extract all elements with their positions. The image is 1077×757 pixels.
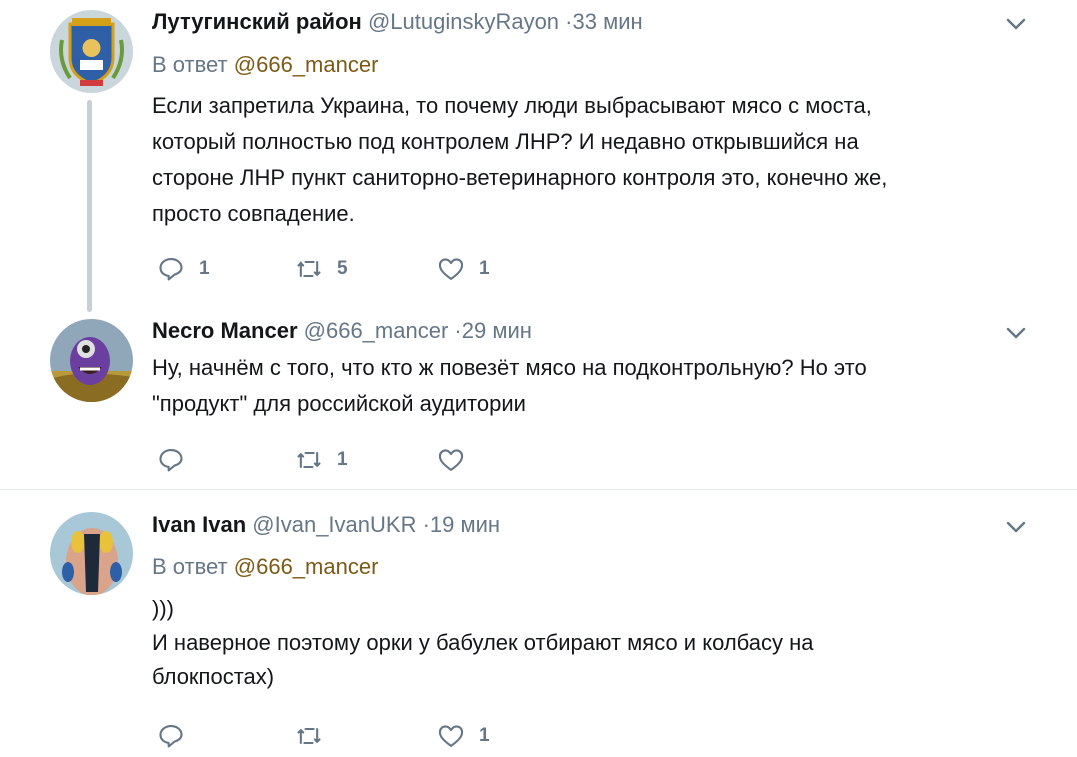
- reply-icon: [159, 725, 183, 748]
- reply-count: 1: [199, 258, 210, 279]
- text-line: Ну, начнём с того, что кто ж повезёт мяс…: [152, 355, 867, 380]
- user-handle[interactable]: @LutuginskyRayon: [368, 9, 559, 34]
- user-handle[interactable]: @Ivan_IvanUKR: [252, 512, 416, 537]
- retweet-count: 1: [337, 449, 348, 470]
- reply-mention[interactable]: @666_mancer: [234, 554, 379, 579]
- retweet-icon: [297, 451, 321, 469]
- divider: [0, 489, 1077, 490]
- retweet-icon: [297, 260, 321, 278]
- user-handle[interactable]: @666_mancer: [304, 318, 449, 343]
- timestamp[interactable]: ·33 мин: [565, 9, 642, 34]
- like-count: 1: [479, 258, 490, 279]
- retweet-button[interactable]: 1: [295, 445, 348, 475]
- chevron-down-icon[interactable]: [1004, 12, 1028, 36]
- tweet-text: Если запретила Украина, то почему люди в…: [152, 88, 1032, 232]
- text-line: Если запретила Украина, то почему люди в…: [152, 93, 872, 118]
- text-line: "продукт" для российской аудитории: [152, 391, 526, 416]
- like-button[interactable]: 1: [437, 721, 490, 751]
- reply-prefix: В ответ: [152, 554, 228, 579]
- tweet-header: Ivan Ivan @Ivan_IvanUKR ·19 мин: [152, 512, 500, 538]
- display-name[interactable]: Лутугинский район: [152, 9, 362, 34]
- heart-icon: [438, 449, 464, 471]
- avatar[interactable]: [50, 512, 133, 595]
- reply-context: В ответ @666_mancer: [152, 52, 378, 78]
- like-button[interactable]: [437, 445, 479, 475]
- chevron-down-icon[interactable]: [1004, 321, 1028, 345]
- tweet-text: ))) И наверное поэтому орки у бабулек от…: [152, 592, 1032, 694]
- like-button[interactable]: 1: [437, 254, 490, 284]
- reply-icon: [159, 258, 183, 281]
- avatar[interactable]: [50, 319, 133, 402]
- text-line: блокпостах): [152, 664, 275, 689]
- reply-button[interactable]: [157, 721, 199, 751]
- display-name[interactable]: Ivan Ivan: [152, 512, 246, 537]
- reply-icon: [159, 449, 183, 472]
- heart-icon: [438, 258, 464, 280]
- retweet-icon: [297, 727, 321, 745]
- retweet-count: 5: [337, 258, 348, 279]
- reply-button[interactable]: 1: [157, 254, 210, 284]
- retweet-button[interactable]: 5: [295, 254, 348, 284]
- tweet-header: Necro Mancer @666_mancer ·29 мин: [152, 318, 532, 344]
- reply-button[interactable]: [157, 445, 199, 475]
- timestamp[interactable]: ·19 мин: [423, 512, 500, 537]
- heart-icon: [438, 725, 464, 747]
- avatar[interactable]: [50, 10, 133, 93]
- text-line: И наверное поэтому орки у бабулек отбира…: [152, 630, 814, 655]
- thread-connector: [87, 100, 92, 312]
- retweet-button[interactable]: [295, 721, 337, 751]
- text-line: который полностью под контролем ЛНР? И н…: [152, 129, 859, 154]
- reply-context: В ответ @666_mancer: [152, 554, 378, 580]
- display-name[interactable]: Necro Mancer: [152, 318, 298, 343]
- like-count: 1: [479, 725, 490, 746]
- tweet-header: Лутугинский район @LutuginskyRayon ·33 м…: [152, 9, 643, 35]
- text-line: стороне ЛНР пункт саниторно-ветеринарног…: [152, 165, 888, 190]
- reply-mention[interactable]: @666_mancer: [234, 52, 379, 77]
- text-line: ))): [152, 596, 174, 621]
- reply-prefix: В ответ: [152, 52, 228, 77]
- chevron-down-icon[interactable]: [1004, 515, 1028, 539]
- text-line: просто совпадение.: [152, 201, 355, 226]
- timestamp[interactable]: ·29 мин: [454, 318, 531, 343]
- tweet-text: Ну, начнём с того, что кто ж повезёт мяс…: [152, 350, 1032, 422]
